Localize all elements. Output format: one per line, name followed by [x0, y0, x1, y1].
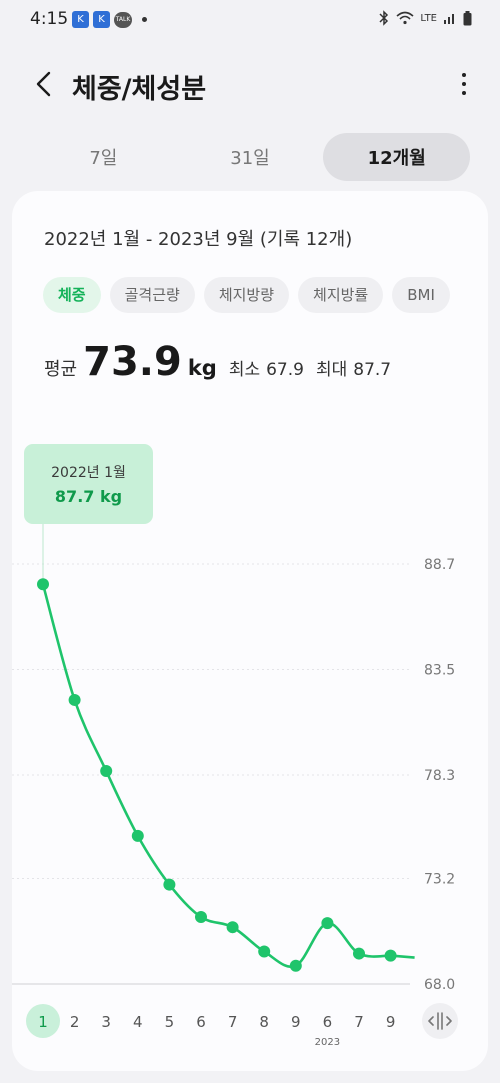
data-point[interactable]: [195, 911, 207, 924]
weight-line-chart[interactable]: 88.783.578.373.268.0 2022년 1월 87.7 kg 12…: [12, 191, 488, 1071]
data-point[interactable]: [289, 959, 302, 972]
x-axis-tick-label[interactable]: 6: [323, 1013, 333, 1031]
y-axis-tick-label: 73.2: [424, 871, 455, 887]
network-type-label: LTE: [420, 12, 437, 24]
notification-icons: K K TALK: [72, 11, 147, 28]
x-axis-tick-label[interactable]: 9: [291, 1013, 301, 1031]
x-axis-tick-label[interactable]: 1: [38, 1013, 48, 1031]
weight-card: 2022년 1월 - 2023년 9월 (기록 12개) 체중 골격근량 체지방량 체…: [12, 191, 488, 1071]
period-tabs: 7일 31일 12개월: [30, 133, 471, 181]
x-axis-tick-label[interactable]: 9: [386, 1013, 396, 1031]
x-axis-tick-label[interactable]: 4: [133, 1013, 143, 1031]
x-axis-tick-label[interactable]: 5: [165, 1013, 175, 1031]
more-options-button[interactable]: [458, 69, 470, 99]
more-vertical-icon: [462, 73, 466, 77]
weight-series-line: [41, 583, 415, 969]
tab-12-months[interactable]: 12개월: [323, 133, 471, 181]
system-icons: LTE: [378, 10, 472, 26]
battery-icon: [463, 10, 472, 25]
tab-31-days[interactable]: 31일: [177, 133, 324, 181]
tooltip-box: [24, 444, 153, 524]
data-point[interactable]: [100, 764, 113, 777]
more-notifications-dot-icon: [142, 17, 147, 22]
x-axis-tick-label[interactable]: 3: [101, 1013, 111, 1031]
back-button[interactable]: [28, 67, 58, 101]
chevron-left-icon: [36, 71, 51, 97]
data-point[interactable]: [68, 693, 81, 706]
x-axis-tick-label[interactable]: 7: [354, 1013, 364, 1031]
selected-point-tooltip: 2022년 1월 87.7 kg: [24, 444, 153, 524]
more-vertical-icon: [462, 82, 466, 86]
page-title: 체중/체성분: [72, 74, 207, 105]
x-axis-tick-label[interactable]: 6: [196, 1013, 206, 1031]
y-axis-tick-label: 83.5: [424, 663, 455, 679]
tooltip-date: 2022년 1월: [51, 465, 126, 481]
data-point[interactable]: [163, 878, 176, 891]
data-point[interactable]: [37, 578, 49, 591]
status-bar: 4:15 K K TALK LTE: [0, 0, 500, 40]
data-point[interactable]: [353, 947, 365, 960]
x-axis-year-label: 2023: [315, 1037, 340, 1048]
app-notification-icon: K: [93, 11, 110, 28]
data-point[interactable]: [226, 921, 239, 934]
x-axis-tick-label[interactable]: 7: [228, 1013, 238, 1031]
tooltip-value: 87.7 kg: [55, 487, 122, 506]
data-point[interactable]: [321, 917, 334, 930]
y-axis-tick-label: 88.7: [424, 557, 455, 573]
more-vertical-icon: [462, 91, 466, 95]
signal-icon: [444, 14, 454, 24]
y-axis-tick-label: 68.0: [424, 977, 455, 993]
x-axis-tick-label[interactable]: 8: [259, 1013, 269, 1031]
chart-expand-button[interactable]: [422, 1003, 458, 1039]
y-axis-tick-label: 78.3: [424, 768, 455, 784]
data-point[interactable]: [131, 829, 144, 842]
app-notification-icon: K: [72, 11, 89, 28]
data-point[interactable]: [258, 945, 271, 958]
talk-notification-icon: TALK: [114, 11, 132, 28]
wifi-icon: [396, 11, 414, 25]
status-time: 4:15: [30, 9, 69, 29]
data-point[interactable]: [384, 949, 397, 962]
x-axis-tick-label[interactable]: 2: [70, 1013, 80, 1031]
app-header: 체중/체성분: [0, 55, 500, 115]
bluetooth-icon: [379, 10, 389, 26]
tab-7-days[interactable]: 7일: [30, 133, 177, 181]
